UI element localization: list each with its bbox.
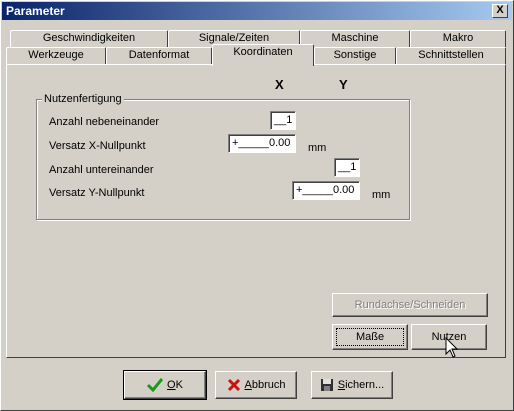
masse-button[interactable]: Maße	[332, 324, 408, 350]
checkmark-icon	[147, 378, 164, 393]
abbruch-hotkey: A	[244, 379, 252, 391]
versatz-y-nullpunkt-field[interactable]: +_____0.00	[292, 181, 360, 200]
abbruch-label: bbruch	[251, 379, 286, 391]
floppy-disk-icon	[320, 379, 333, 392]
sichern-button[interactable]: Sichern...	[311, 371, 393, 399]
ok-hotkey: O	[167, 379, 176, 391]
sichern-label: ichern...	[345, 379, 385, 391]
mouse-cursor-icon	[445, 337, 459, 358]
tab-sonstige[interactable]: Sonstige	[314, 47, 396, 64]
rundachse-schneiden-button[interactable]: Rundachse/Schneiden	[332, 293, 488, 317]
unit-mm-y: mm	[372, 189, 391, 201]
column-header-y: Y	[339, 77, 348, 92]
ok-button[interactable]: OK	[123, 370, 207, 400]
sichern-hotkey: S	[337, 379, 346, 391]
group-title: Nutzenfertigung	[42, 93, 124, 105]
tab-maschine[interactable]: Maschine	[300, 30, 410, 47]
window-title: Parameter	[6, 4, 65, 18]
tab-schnittstellen[interactable]: Schnittstellen	[396, 47, 506, 64]
tab-datenformat[interactable]: Datenformat	[106, 47, 212, 64]
tab-werkzeuge[interactable]: Werkzeuge	[6, 47, 106, 64]
versatz-x-nullpunkt-field[interactable]: +_____0.00	[228, 134, 296, 153]
label-versatz-x-nullpunkt: Versatz X-Nullpunkt	[49, 140, 146, 152]
tab-makro[interactable]: Makro	[410, 30, 506, 47]
unit-mm-x: mm	[308, 142, 327, 154]
tab-koordinaten[interactable]: Koordinaten	[212, 44, 314, 66]
label-anzahl-untereinander: Anzahl untereinander	[49, 164, 154, 176]
abbruch-button[interactable]: Abbruch	[215, 371, 297, 399]
x-icon	[227, 379, 240, 392]
focus-rectangle	[336, 328, 404, 346]
anzahl-untereinander-field[interactable]: __1	[334, 158, 360, 177]
title-bar: Parameter X	[2, 2, 512, 20]
label-anzahl-nebeneinander: Anzahl nebeneinander	[49, 116, 160, 128]
tab-geschwindigkeiten[interactable]: Geschwindigkeiten	[10, 30, 168, 47]
close-icon[interactable]: X	[492, 4, 508, 18]
label-versatz-y-nullpunkt: Versatz Y-Nullpunkt	[49, 187, 145, 199]
ok-label: K	[175, 379, 183, 391]
column-header-x: X	[275, 77, 284, 92]
anzahl-nebeneinander-field[interactable]: __1	[270, 111, 296, 130]
